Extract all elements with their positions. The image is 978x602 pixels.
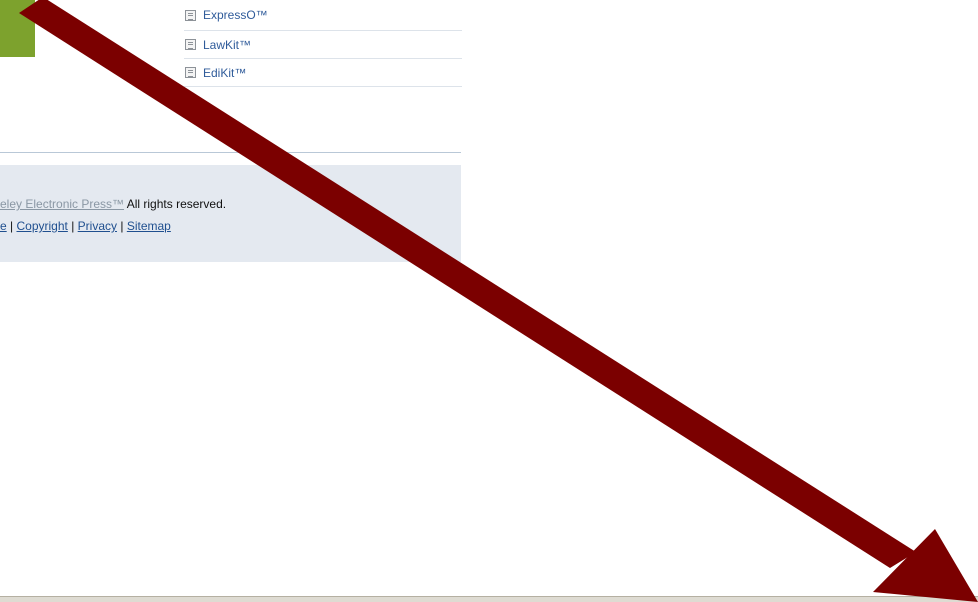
- content-separator: [0, 152, 461, 153]
- arrow-head: [873, 529, 978, 602]
- green-accent-block: [0, 0, 35, 57]
- document-icon: [185, 67, 196, 78]
- lawkit-link[interactable]: LawKit™: [203, 39, 251, 51]
- copyright-line: eley Electronic Press™ All rights reserv…: [0, 197, 226, 211]
- expresso-link[interactable]: ExpressO™: [203, 9, 268, 21]
- product-list-item[interactable]: EdiKit™: [184, 59, 462, 87]
- site-footer: eley Electronic Press™ All rights reserv…: [0, 165, 461, 262]
- page-viewport: ExpressO™ LawKit™ EdiKit™ eley Electroni…: [0, 0, 978, 602]
- link-separator: |: [71, 219, 75, 233]
- product-list-item[interactable]: LawKit™: [184, 31, 462, 59]
- document-icon: [185, 39, 196, 50]
- arrow-shaft: [19, 0, 916, 568]
- privacy-link[interactable]: Privacy: [78, 219, 117, 233]
- rights-text: All rights reserved.: [126, 197, 227, 211]
- sitemap-link[interactable]: Sitemap: [127, 219, 171, 233]
- link-separator: |: [120, 219, 124, 233]
- arrow-icon: [19, 0, 978, 602]
- product-list: ExpressO™ LawKit™ EdiKit™: [184, 0, 462, 87]
- link-separator: |: [10, 219, 14, 233]
- press-link[interactable]: eley Electronic Press™: [0, 197, 124, 211]
- footer-links: e | Copyright | Privacy | Sitemap: [0, 219, 171, 233]
- copyright-link[interactable]: Copyright: [17, 219, 68, 233]
- bottom-status-strip: [0, 596, 978, 602]
- product-list-item[interactable]: ExpressO™: [184, 0, 462, 31]
- edikit-link[interactable]: EdiKit™: [203, 67, 246, 79]
- document-icon: [185, 9, 196, 21]
- footer-link-partial[interactable]: e: [0, 219, 7, 233]
